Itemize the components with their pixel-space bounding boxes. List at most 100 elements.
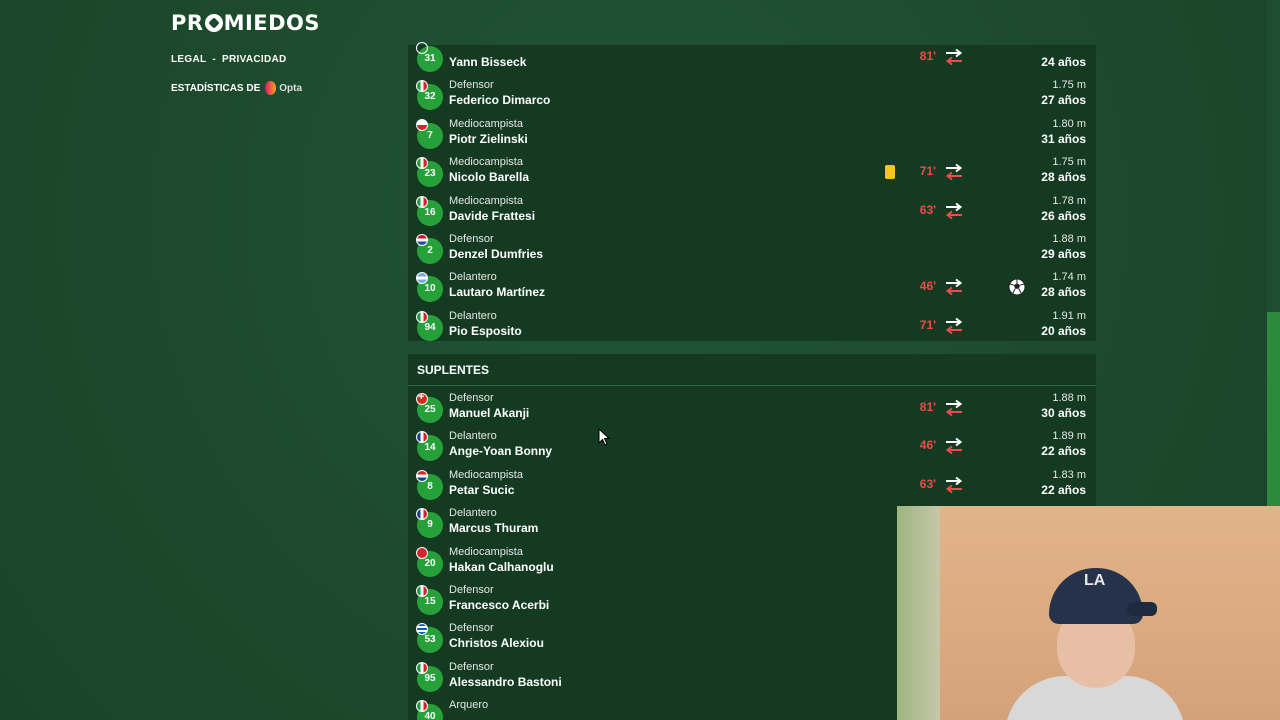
country-flag-icon (416, 310, 428, 323)
opta-credit: ESTADÍSTICAS DE Opta (171, 81, 371, 95)
country-flag-icon (416, 546, 428, 559)
player-position: Defensor (449, 584, 494, 596)
substitution-icon (944, 316, 964, 336)
country-flag-icon (416, 661, 428, 674)
player-name[interactable]: Denzel Dumfries (449, 247, 543, 261)
player-position: Mediocampista (449, 194, 523, 207)
player-row[interactable]: 8 Mediocampista Petar Sucic 63' 1.83 m 22 año… (408, 466, 1096, 504)
substitution-minute: 46' (919, 279, 936, 294)
player-badge: 8 (416, 469, 444, 500)
player-badge: 7 (416, 118, 444, 149)
opta-link[interactable]: Opta (265, 81, 302, 95)
player-name[interactable]: Marcus Thuram (449, 521, 538, 535)
starters-panel: 31 Yann Bisseck 81' 24 años 32 Defensor Federi… (408, 42, 1096, 341)
legal-separator: - (212, 54, 217, 65)
player-age: 30 años (1041, 406, 1086, 420)
player-position: Mediocampista (449, 545, 523, 558)
player-age: 22 años (1041, 444, 1086, 459)
player-badge: 9 (416, 508, 444, 539)
logo-text-end: MIEDOS (223, 11, 321, 35)
player-position: Defensor (449, 233, 494, 245)
player-badge: 95 (416, 661, 444, 692)
country-flag-icon (416, 42, 428, 54)
substitution-minute: 81' (919, 400, 936, 414)
player-badge: 31 (416, 42, 444, 72)
player-position: Mediocampista (449, 468, 523, 481)
player-position: Defensor (449, 392, 494, 404)
player-row[interactable]: 2 Defensor Denzel Dumfries 1.88 m 29 años (408, 230, 1096, 268)
player-row[interactable]: 32 Defensor Federico Dimarco 1.75 m 27 años (408, 76, 1096, 114)
player-row[interactable]: 31 Yann Bisseck 81' 24 años (408, 38, 1096, 76)
player-age: 26 años (1041, 208, 1086, 223)
player-row[interactable]: 14 Delantero Ange-Yoan Bonny 46' 1.89 m 22 añ… (408, 427, 1096, 465)
player-badge: 53 (416, 623, 444, 654)
player-badge: 14 (416, 431, 444, 462)
player-badge: 40 (416, 700, 444, 720)
player-badge: 16 (416, 195, 444, 226)
country-flag-icon (416, 393, 428, 405)
player-name[interactable]: Christos Alexiou (449, 636, 544, 650)
player-position: Defensor (449, 79, 494, 92)
player-position: Mediocampista (449, 117, 523, 130)
player-name[interactable]: Yann Bisseck (449, 55, 526, 69)
left-nav: PR MIEDOS LEGAL - PRIVACIDAD ESTADÍSTICAS… (171, 10, 371, 95)
substitution-minute: 71' (919, 164, 936, 179)
player-position: Mediocampista (449, 156, 523, 169)
player-position: Delantero (449, 309, 497, 322)
substitution-icon (944, 47, 964, 67)
webcam-background-left (897, 506, 940, 720)
player-age: 29 años (1041, 247, 1086, 261)
player-badge: 94 (416, 310, 444, 341)
player-row[interactable]: 10 Delantero Lautaro Martínez 46' 1.74 m 28 a… (408, 268, 1096, 306)
privacy-link[interactable]: PRIVACIDAD (222, 54, 286, 65)
substitution-minute: 46' (919, 438, 936, 453)
player-name[interactable]: Federico Dimarco (449, 93, 550, 107)
mouse-cursor-icon (598, 428, 610, 446)
player-name[interactable]: Hakan Calhanoglu (449, 560, 554, 574)
player-badge: 20 (416, 546, 444, 577)
promiedos-logo[interactable]: PR MIEDOS (171, 10, 371, 36)
player-row[interactable]: 94 Delantero Pio Esposito 71' 1.91 m 20 años (408, 307, 1096, 345)
stats-prefix: ESTADÍSTICAS DE (171, 82, 261, 94)
substitution-minute: 81' (919, 49, 936, 63)
player-row[interactable]: 23 Mediocampista Nicolo Barella 71' 1.75 m 28… (408, 153, 1096, 191)
player-name[interactable]: Nicolo Barella (449, 170, 529, 184)
player-name[interactable]: Pio Esposito (449, 324, 522, 338)
scrollbar-track[interactable] (1267, 0, 1280, 312)
country-flag-icon (416, 469, 428, 482)
player-name[interactable]: Manuel Akanji (449, 406, 529, 420)
player-row[interactable]: 7 Mediocampista Piotr Zielinski 1.80 m 31 añ… (408, 115, 1096, 153)
player-height: 1.75 m (1052, 79, 1086, 92)
player-name[interactable]: Ange-Yoan Bonny (449, 444, 552, 458)
player-name[interactable]: Lautaro Martínez (449, 285, 545, 299)
player-name[interactable]: Piotr Zielinski (449, 132, 528, 146)
player-position: Arquero (449, 699, 489, 712)
goal-ball-icon (1008, 278, 1026, 296)
player-row[interactable]: 16 Mediocampista Davide Frattesi 63' 1.78 m2… (408, 192, 1096, 230)
player-name[interactable]: Alessandro Bastoni (449, 675, 562, 689)
player-position: Delantero (449, 507, 497, 520)
player-height: 1.91 m (1052, 309, 1086, 322)
player-badge: 10 (416, 272, 444, 303)
player-badge: 25 (416, 393, 444, 423)
substitution-icon (944, 162, 964, 182)
player-height: 1.74 m (1052, 271, 1086, 284)
substitution-icon (944, 201, 964, 221)
player-height: 1.83 m (1052, 468, 1086, 481)
player-name[interactable]: Davide Frattesi (449, 209, 535, 223)
player-height: 1.75 m (1052, 156, 1086, 169)
country-flag-icon (416, 118, 428, 131)
player-name[interactable]: Petar Sucic (449, 483, 514, 497)
legal-link[interactable]: LEGAL (171, 54, 206, 65)
soccer-ball-icon (204, 14, 223, 32)
player-name[interactable]: Francesco Acerbi (449, 598, 549, 612)
player-badge: 32 (416, 80, 444, 111)
substitution-minute: 71' (919, 317, 936, 332)
substitution-minute: 63' (919, 202, 936, 217)
player-badge: 23 (416, 157, 444, 188)
country-flag-icon (416, 585, 428, 597)
substitution-icon (944, 277, 964, 297)
player-row[interactable]: 25 Defensor Manuel Akanji 81' 1.88 m 30 años (408, 389, 1096, 427)
player-height: 1.88 m (1052, 392, 1086, 404)
player-age: 27 años (1041, 93, 1086, 108)
